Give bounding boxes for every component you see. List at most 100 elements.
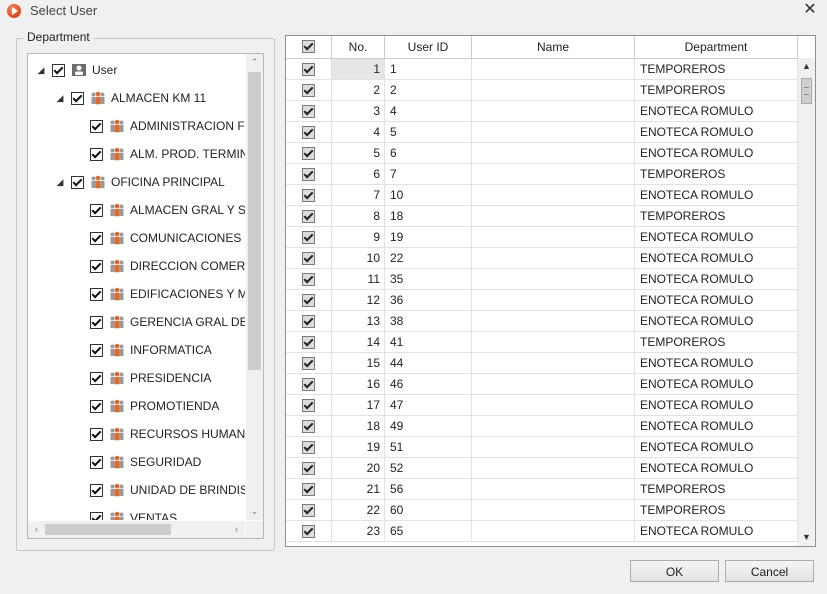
tree-node[interactable]: PROMOTIENDA — [74, 396, 219, 416]
scroll-up-icon[interactable]: ⌃ — [246, 54, 263, 71]
expander-icon[interactable]: ◢ — [55, 93, 65, 103]
tree-node-checkbox[interactable] — [90, 315, 103, 329]
table-row[interactable]: 6 7 TEMPOREROS — [286, 164, 798, 185]
table-row[interactable]: 3 4 ENOTECA ROMULO — [286, 101, 798, 122]
header-department[interactable]: Department — [635, 36, 798, 58]
tree-node-checkbox[interactable] — [90, 119, 103, 133]
row-checkbox[interactable] — [302, 483, 315, 496]
tree-node[interactable]: VENTAS — [74, 508, 177, 520]
row-checkbox[interactable] — [302, 294, 315, 307]
tree-node[interactable]: COMUNICACIONES — [74, 228, 241, 248]
table-row[interactable]: 15 44 ENOTECA ROMULO — [286, 353, 798, 374]
tree-node-checkbox[interactable] — [90, 203, 103, 217]
tree-vertical-scrollbar[interactable]: ⌃ ⌄ — [246, 54, 263, 520]
row-checkbox[interactable] — [302, 357, 315, 370]
table-row[interactable]: 5 6 ENOTECA ROMULO — [286, 143, 798, 164]
tree-node-checkbox[interactable] — [90, 147, 103, 161]
tree-node[interactable]: ◢ OFICINA PRINCIPAL — [55, 172, 225, 192]
header-user-id[interactable]: User ID — [385, 36, 472, 58]
table-row[interactable]: 18 49 ENOTECA ROMULO — [286, 416, 798, 437]
select-all-checkbox[interactable] — [302, 40, 315, 53]
department-tree[interactable]: ◢ User ◢ ALMACEN KM 11 ADMINISTRACION F ALM. … — [27, 53, 264, 539]
tree-node[interactable]: EDIFICACIONES Y M — [74, 284, 245, 304]
ok-button[interactable]: OK — [630, 560, 719, 582]
table-row[interactable]: 14 41 TEMPOREROS — [286, 332, 798, 353]
tree-horizontal-scrollbar[interactable]: ‹ › — [28, 521, 245, 538]
tree-node-checkbox[interactable] — [90, 455, 103, 469]
row-checkbox[interactable] — [302, 504, 315, 517]
row-checkbox[interactable] — [302, 336, 315, 349]
row-checkbox[interactable] — [302, 273, 315, 286]
expander-icon[interactable]: ◢ — [36, 65, 46, 75]
table-row[interactable]: 4 5 ENOTECA ROMULO — [286, 122, 798, 143]
row-checkbox[interactable] — [302, 105, 315, 118]
table-row[interactable]: 9 19 ENOTECA ROMULO — [286, 227, 798, 248]
row-checkbox[interactable] — [302, 462, 315, 475]
tree-node-checkbox[interactable] — [90, 399, 103, 413]
table-row[interactable]: 7 10 ENOTECA ROMULO — [286, 185, 798, 206]
row-checkbox[interactable] — [302, 420, 315, 433]
table-row[interactable]: 23 65 ENOTECA ROMULO — [286, 521, 798, 542]
row-checkbox[interactable] — [302, 378, 315, 391]
row-checkbox[interactable] — [302, 441, 315, 454]
row-checkbox[interactable] — [302, 210, 315, 223]
tree-node[interactable]: ALM. PROD. TERMIN — [74, 144, 245, 164]
header-select-all[interactable] — [286, 36, 332, 58]
tree-node-checkbox[interactable] — [90, 231, 103, 245]
tree-vscroll-thumb[interactable] — [248, 72, 261, 370]
row-checkbox[interactable] — [302, 63, 315, 76]
table-row[interactable]: 19 51 ENOTECA ROMULO — [286, 437, 798, 458]
scroll-down-icon[interactable]: ⌄ — [246, 503, 263, 520]
tree-hscroll-thumb[interactable] — [45, 524, 171, 535]
header-name[interactable]: Name — [472, 36, 635, 58]
tree-node[interactable]: PRESIDENCIA — [74, 368, 211, 388]
table-row[interactable]: 8 18 TEMPOREROS — [286, 206, 798, 227]
tree-node[interactable]: ADMINISTRACION F — [74, 116, 245, 136]
scroll-right-icon[interactable]: › — [228, 521, 245, 538]
table-row[interactable]: 1 1 TEMPOREROS — [286, 59, 798, 80]
row-checkbox[interactable] — [302, 84, 315, 97]
table-row[interactable]: 13 38 ENOTECA ROMULO — [286, 311, 798, 332]
grid-vertical-scrollbar[interactable]: ▲ ▼ — [798, 58, 815, 546]
tree-node-checkbox[interactable] — [90, 371, 103, 385]
tree-node[interactable]: ◢ ALMACEN KM 11 — [55, 88, 207, 108]
row-checkbox[interactable] — [302, 126, 315, 139]
grid-scroll-down-icon[interactable]: ▼ — [798, 529, 815, 546]
tree-node-checkbox[interactable] — [90, 427, 103, 441]
tree-node[interactable]: GERENCIA GRAL DES — [74, 312, 245, 332]
tree-node[interactable]: ALMACEN GRAL Y SU — [74, 200, 245, 220]
user-grid[interactable]: No. User ID Name Department 1 1 TEMPOREROS… — [285, 35, 816, 547]
row-checkbox[interactable] — [302, 252, 315, 265]
table-row[interactable]: 17 47 ENOTECA ROMULO — [286, 395, 798, 416]
grid-vscroll-thumb[interactable] — [801, 78, 812, 104]
tree-node-checkbox[interactable] — [90, 511, 103, 520]
tree-node[interactable]: ◢ User — [36, 60, 118, 80]
tree-node-checkbox[interactable] — [52, 63, 65, 77]
row-checkbox[interactable] — [302, 231, 315, 244]
tree-node[interactable]: DIRECCION COMERC — [74, 256, 245, 276]
grid-scroll-up-icon[interactable]: ▲ — [798, 58, 815, 75]
tree-node-checkbox[interactable] — [90, 287, 103, 301]
row-checkbox[interactable] — [302, 147, 315, 160]
tree-node[interactable]: SEGURIDAD — [74, 452, 201, 472]
table-row[interactable]: 2 2 TEMPOREROS — [286, 80, 798, 101]
row-checkbox[interactable] — [302, 168, 315, 181]
tree-node-checkbox[interactable] — [90, 483, 103, 497]
header-no[interactable]: No. — [332, 36, 385, 58]
row-checkbox[interactable] — [302, 525, 315, 538]
table-row[interactable]: 10 22 ENOTECA ROMULO — [286, 248, 798, 269]
table-row[interactable]: 16 46 ENOTECA ROMULO — [286, 374, 798, 395]
table-row[interactable]: 20 52 ENOTECA ROMULO — [286, 458, 798, 479]
table-row[interactable]: 22 60 TEMPOREROS — [286, 500, 798, 521]
row-checkbox[interactable] — [302, 399, 315, 412]
tree-node[interactable]: INFORMATICA — [74, 340, 212, 360]
cancel-button[interactable]: Cancel — [725, 560, 814, 582]
table-row[interactable]: 11 35 ENOTECA ROMULO — [286, 269, 798, 290]
tree-node-checkbox[interactable] — [90, 343, 103, 357]
table-row[interactable]: 12 36 ENOTECA ROMULO — [286, 290, 798, 311]
close-button[interactable]: ✕ — [801, 1, 819, 19]
tree-node-checkbox[interactable] — [71, 175, 84, 189]
row-checkbox[interactable] — [302, 189, 315, 202]
row-checkbox[interactable] — [302, 315, 315, 328]
table-row[interactable]: 21 56 TEMPOREROS — [286, 479, 798, 500]
